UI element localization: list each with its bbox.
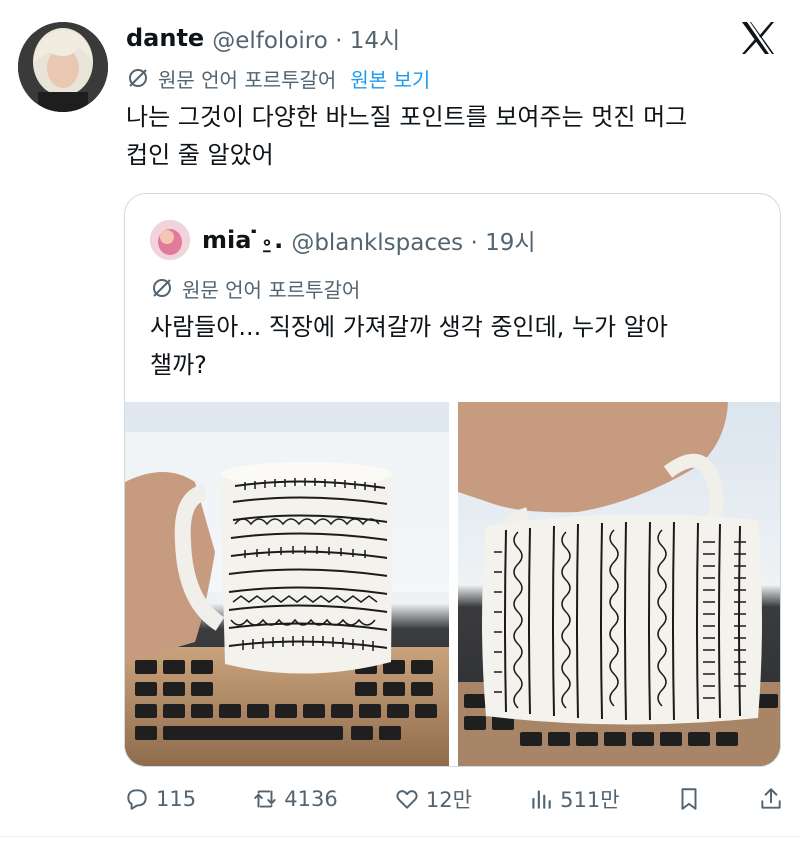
- quoted-tweet-header: mia ̇⍛. @blanklspaces · 19시: [150, 220, 536, 260]
- quoted-text-line: 챌까?: [150, 351, 207, 379]
- translate-icon: [153, 279, 171, 297]
- quoted-translation-info: 원문 언어 포르투갈어: [150, 272, 360, 304]
- tweet-action-bar: 115 4136 12만 511만: [124, 781, 784, 817]
- like-icon: [396, 790, 418, 809]
- quoted-author-avatar[interactable]: [150, 220, 190, 260]
- views-icon: [532, 790, 551, 809]
- view-count: 511만: [560, 788, 620, 812]
- tweet-text-line: 컵인 줄 알았어: [126, 141, 274, 169]
- like-button[interactable]: 12만: [394, 784, 472, 814]
- like-count: 12만: [425, 788, 472, 812]
- quoted-author-handle-time[interactable]: @blanklspaces · 19시: [291, 223, 535, 257]
- reply-button[interactable]: 115: [124, 786, 196, 812]
- mug-photo-rotated[interactable]: [458, 402, 780, 766]
- repost-count: 4136: [284, 787, 338, 811]
- repost-button[interactable]: 4136: [252, 786, 338, 812]
- media-grid: [125, 402, 780, 766]
- translate-icon: [129, 69, 147, 87]
- author-handle-time[interactable]: @elfoloiro · 14시: [212, 21, 400, 55]
- author-avatar[interactable]: [18, 22, 108, 112]
- translation-info: 원문 언어 포르투갈어 원본 보기: [126, 62, 430, 94]
- quoted-author-display-name[interactable]: mia ̇⍛.: [202, 226, 283, 254]
- tweet-header: dante @elfoloiro · 14시: [126, 18, 400, 58]
- reply-count: 115: [156, 787, 197, 811]
- share-icon: [761, 788, 781, 809]
- author-display-name[interactable]: dante: [126, 24, 204, 52]
- tweet-text: 나는 그것이 다양한 바느질 포인트를 보여주는 멋진 머그 컵인 줄 알았어: [126, 98, 776, 174]
- quoted-translation-label: 원문 언어 포르투갈어: [182, 277, 361, 302]
- mug-photo-front[interactable]: [125, 402, 449, 766]
- share-button[interactable]: [758, 786, 784, 812]
- quoted-text-line: 사람들아... 직장에 가져갈까 생각 중인데, 누가 알아: [150, 313, 668, 341]
- reply-icon: [127, 789, 147, 810]
- translation-label: 원문 언어 포르투갈어: [158, 67, 337, 92]
- x-logo-icon[interactable]: [738, 18, 778, 58]
- show-original-link[interactable]: 원본 보기: [350, 64, 430, 93]
- views-button[interactable]: 511만: [528, 784, 620, 814]
- bottom-divider: [0, 836, 800, 837]
- bookmark-button[interactable]: [676, 786, 702, 812]
- tweet-text-line: 나는 그것이 다양한 바느질 포인트를 보여주는 멋진 머그: [126, 103, 688, 131]
- bookmark-icon: [681, 788, 697, 810]
- quoted-tweet-card[interactable]: mia ̇⍛. @blanklspaces · 19시 원문 언어 포르투갈어 …: [124, 193, 781, 767]
- quoted-tweet-text: 사람들아... 직장에 가져갈까 생각 중인데, 누가 알아 챌까?: [150, 308, 765, 384]
- repost-icon: [254, 790, 277, 808]
